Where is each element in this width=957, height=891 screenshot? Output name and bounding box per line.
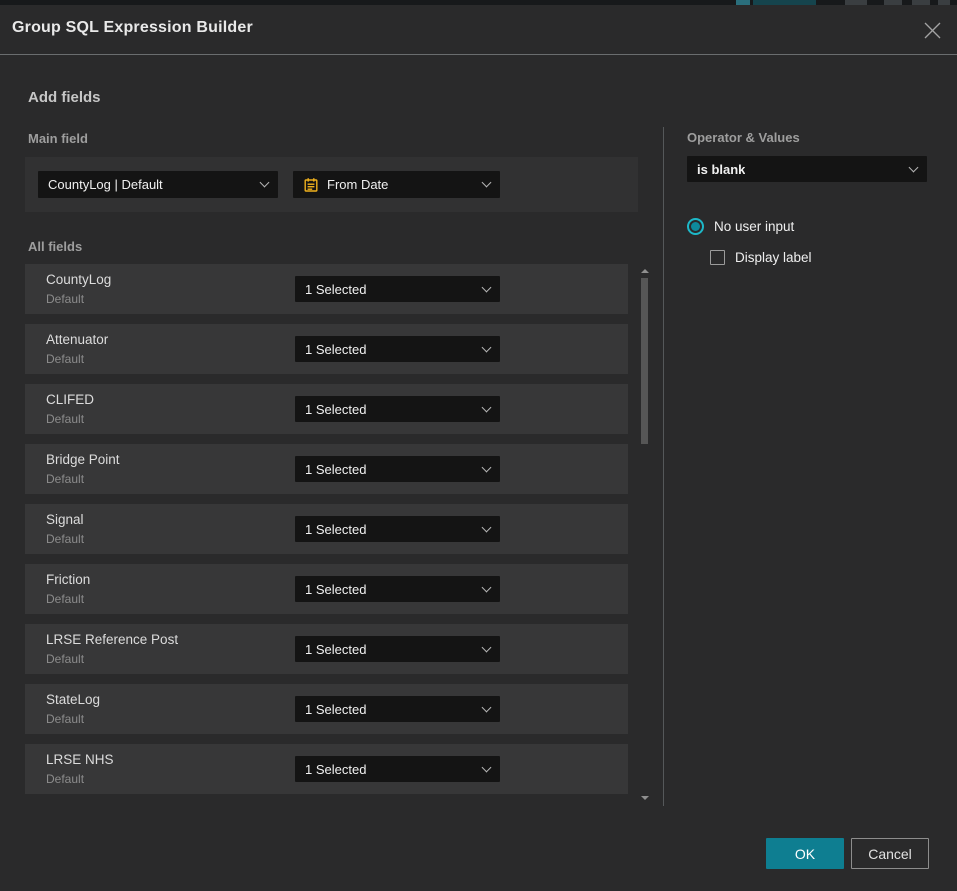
field-name: StateLog: [46, 692, 100, 707]
operator-select[interactable]: is blank: [687, 156, 927, 182]
field-selected-dropdown[interactable]: 1 Selected: [295, 396, 500, 422]
operator-select-value: is blank: [697, 162, 745, 177]
chevron-down-icon: [482, 642, 492, 652]
field-selected-dropdown[interactable]: 1 Selected: [295, 336, 500, 362]
chevron-down-icon: [482, 462, 492, 472]
field-selected-dropdown[interactable]: 1 Selected: [295, 276, 500, 302]
field-row: Bridge Point Default 1 Selected: [25, 444, 628, 494]
chevron-down-icon: [482, 342, 492, 352]
field-subtitle: Default: [46, 772, 84, 786]
display-label-checkbox[interactable]: Display label: [710, 250, 812, 265]
cancel-button[interactable]: Cancel: [851, 838, 929, 869]
field-selected-dropdown[interactable]: 1 Selected: [295, 636, 500, 662]
all-fields-list: CountyLog Default 1 Selected Attenuator …: [25, 264, 628, 804]
field-selected-value: 1 Selected: [305, 642, 366, 657]
field-subtitle: Default: [46, 712, 84, 726]
field-selected-dropdown[interactable]: 1 Selected: [295, 756, 500, 782]
chevron-down-icon: [482, 402, 492, 412]
field-row: LRSE NHS Default 1 Selected: [25, 744, 628, 794]
chevron-down-icon: [482, 522, 492, 532]
scrollbar-thumb[interactable]: [641, 278, 648, 444]
field-name: CLIFED: [46, 392, 94, 407]
chevron-down-icon: [482, 282, 492, 292]
add-fields-heading: Add fields: [28, 89, 101, 106]
field-subtitle: Default: [46, 352, 84, 366]
chevron-down-icon: [482, 702, 492, 712]
field-row: Attenuator Default 1 Selected: [25, 324, 628, 374]
main-field-select-value: From Date: [327, 177, 388, 192]
field-selected-value: 1 Selected: [305, 522, 366, 537]
field-name: Attenuator: [46, 332, 108, 347]
chevron-down-icon: [260, 178, 270, 188]
field-subtitle: Default: [46, 472, 84, 486]
field-selected-value: 1 Selected: [305, 582, 366, 597]
field-subtitle: Default: [46, 652, 84, 666]
field-selected-value: 1 Selected: [305, 762, 366, 777]
field-selected-value: 1 Selected: [305, 402, 366, 417]
chevron-down-icon: [482, 762, 492, 772]
field-row: Signal Default 1 Selected: [25, 504, 628, 554]
date-field-icon: [303, 177, 319, 193]
main-layer-select[interactable]: CountyLog | Default: [38, 171, 278, 198]
field-selected-value: 1 Selected: [305, 702, 366, 717]
chevron-down-icon: [482, 582, 492, 592]
no-user-input-radio[interactable]: No user input: [687, 218, 794, 235]
display-label-text: Display label: [735, 250, 812, 265]
field-selected-value: 1 Selected: [305, 342, 366, 357]
operator-values-label: Operator & Values: [687, 130, 800, 145]
close-button[interactable]: [920, 18, 944, 42]
radio-selected-icon: [687, 218, 704, 235]
field-row: CountyLog Default 1 Selected: [25, 264, 628, 314]
field-name: Friction: [46, 572, 90, 587]
field-subtitle: Default: [46, 532, 84, 546]
field-name: CountyLog: [46, 272, 111, 287]
group-sql-expression-builder-dialog: Group SQL Expression Builder Add fields …: [0, 5, 957, 891]
field-selected-value: 1 Selected: [305, 462, 366, 477]
field-name: Signal: [46, 512, 84, 527]
main-layer-select-value: CountyLog | Default: [48, 177, 163, 192]
panel-divider: [663, 127, 664, 806]
main-field-select[interactable]: From Date: [293, 171, 500, 198]
main-field-label: Main field: [28, 131, 88, 146]
field-selected-dropdown[interactable]: 1 Selected: [295, 696, 500, 722]
scrollbar-down-arrow-icon[interactable]: [641, 796, 649, 800]
field-subtitle: Default: [46, 292, 84, 306]
fields-scrollbar[interactable]: [640, 264, 649, 805]
field-name: Bridge Point: [46, 452, 120, 467]
scrollbar-up-arrow-icon[interactable]: [641, 269, 649, 273]
field-row: LRSE Reference Post Default 1 Selected: [25, 624, 628, 674]
field-selected-value: 1 Selected: [305, 282, 366, 297]
field-selected-dropdown[interactable]: 1 Selected: [295, 516, 500, 542]
field-subtitle: Default: [46, 592, 84, 606]
close-icon: [923, 21, 942, 40]
no-user-input-label: No user input: [714, 219, 794, 234]
dialog-titlebar: Group SQL Expression Builder: [0, 5, 957, 55]
dialog-title: Group SQL Expression Builder: [12, 19, 253, 37]
field-name: LRSE Reference Post: [46, 632, 178, 647]
field-name: LRSE NHS: [46, 752, 114, 767]
field-row: StateLog Default 1 Selected: [25, 684, 628, 734]
field-selected-dropdown[interactable]: 1 Selected: [295, 576, 500, 602]
main-field-row: CountyLog | Default From Date: [25, 157, 638, 212]
field-row: Friction Default 1 Selected: [25, 564, 628, 614]
chevron-down-icon: [909, 162, 919, 172]
all-fields-label: All fields: [28, 239, 82, 254]
checkbox-unchecked-icon: [710, 250, 725, 265]
ok-button[interactable]: OK: [766, 838, 844, 869]
dialog-footer: OK Cancel: [0, 825, 957, 891]
field-subtitle: Default: [46, 412, 84, 426]
chevron-down-icon: [482, 178, 492, 188]
field-row: CLIFED Default 1 Selected: [25, 384, 628, 434]
field-selected-dropdown[interactable]: 1 Selected: [295, 456, 500, 482]
